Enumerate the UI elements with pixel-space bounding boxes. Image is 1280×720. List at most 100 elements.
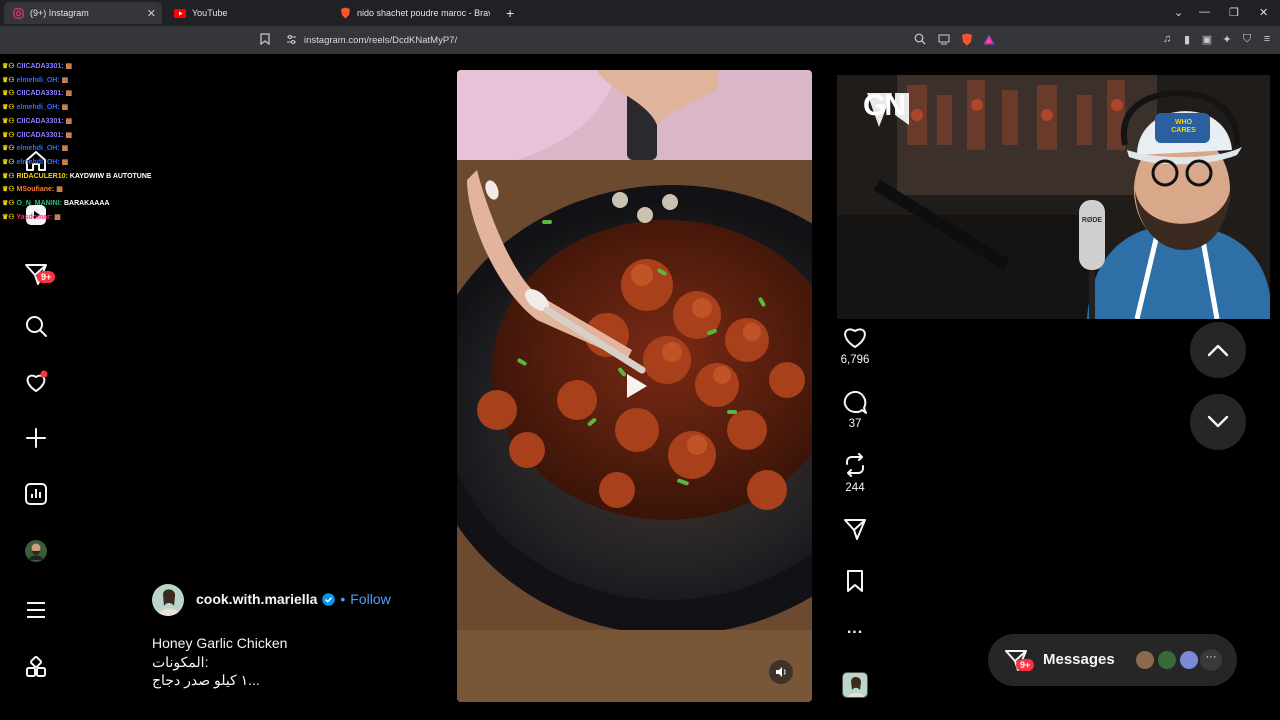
chat-badge-icon: ♛⚇ bbox=[2, 172, 17, 180]
tab-brave-search[interactable]: nido shachet poudre maroc - Brave S bbox=[332, 2, 498, 24]
also-from-meta-icon[interactable] bbox=[22, 653, 50, 681]
tab-list-chevron-icon[interactable]: ⌄ bbox=[1174, 6, 1183, 19]
create-plus-icon[interactable] bbox=[22, 424, 50, 452]
repost-action[interactable]: 244 bbox=[838, 452, 872, 494]
insights-dashboard-icon[interactable] bbox=[22, 480, 50, 508]
brave-shields-icon[interactable] bbox=[960, 32, 974, 46]
youtube-favicon-icon bbox=[174, 7, 186, 19]
chat-message: ♛⚇ elmehdi_OH: ▩ bbox=[2, 156, 172, 170]
chat-message: ♛⚇ Yasdomar: ▩ bbox=[2, 211, 172, 225]
chat-username: MSoufiane: bbox=[16, 186, 55, 194]
chat-username: CIICADA3301: bbox=[16, 90, 64, 98]
chat-username: RIDACULER10: bbox=[16, 172, 68, 180]
url-field[interactable]: instagram.com/reels/DcdKNatMyP7/ bbox=[280, 31, 1000, 49]
chat-emote-icon: ▩ bbox=[61, 104, 69, 112]
like-count: 6,796 bbox=[840, 354, 870, 366]
chat-badge-icon: ♛⚇ bbox=[2, 117, 17, 125]
close-window-button[interactable]: ✕ bbox=[1259, 6, 1268, 19]
chat-username: CIICADA3301: bbox=[16, 131, 64, 139]
music-icon[interactable]: ♫ bbox=[1160, 32, 1174, 46]
zoom-icon[interactable] bbox=[913, 32, 927, 46]
dot-separator: • bbox=[340, 591, 346, 607]
tab-label: (9+) Instagram bbox=[30, 8, 89, 18]
chat-badge-icon: ♛⚇ bbox=[2, 158, 17, 166]
play-icon[interactable] bbox=[619, 370, 651, 402]
restore-button[interactable]: ❐ bbox=[1229, 6, 1239, 19]
notifications-badge: 9+ bbox=[37, 271, 56, 283]
bookmark-icon[interactable] bbox=[258, 32, 272, 46]
chat-username: elmehdi_OH: bbox=[16, 76, 60, 84]
comment-icon[interactable] bbox=[838, 389, 872, 415]
chat-message: ♛⚇ elmehdi_OH: ▩ bbox=[2, 74, 172, 88]
mute-toggle-icon[interactable] bbox=[769, 660, 793, 684]
new-tab-button[interactable]: + bbox=[498, 2, 518, 24]
like-action[interactable]: 6,796 bbox=[838, 324, 872, 366]
search-icon[interactable] bbox=[22, 312, 50, 340]
url-text: instagram.com/reels/DcdKNatMyP7/ bbox=[304, 34, 458, 46]
streamer-webcam-overlay: GN WHO CARES RØDE bbox=[837, 75, 1270, 319]
tab-youtube[interactable]: YouTube bbox=[166, 2, 332, 24]
notifications-heart-icon[interactable] bbox=[22, 368, 50, 396]
chat-message: ♛⚇ CIICADA3301: ▩ bbox=[2, 87, 172, 101]
chat-emote-icon: ▩ bbox=[65, 117, 73, 125]
chat-emote-icon: ▩ bbox=[61, 76, 69, 84]
share-send-icon[interactable] bbox=[838, 516, 872, 542]
audio-thumbnail[interactable] bbox=[842, 672, 868, 698]
chat-emote-icon: ▩ bbox=[54, 213, 61, 221]
conversation-avatar bbox=[1178, 649, 1200, 671]
minimize-button[interactable]: — bbox=[1199, 6, 1210, 18]
chat-text: BARAKAAAA bbox=[62, 200, 110, 208]
save-action[interactable] bbox=[838, 568, 872, 594]
chat-badge-icon: ♛⚇ bbox=[2, 145, 17, 153]
chat-text: KAYDWIW B AUTOTUNE bbox=[67, 172, 152, 180]
chat-emote-icon: ▩ bbox=[65, 131, 73, 139]
caption-line: المكونات: bbox=[152, 653, 209, 670]
browser-tab-bar: (9+) Instagram ✕ YouTube nido shachet po… bbox=[0, 0, 1280, 26]
cast-icon[interactable] bbox=[937, 32, 951, 46]
chat-message: ♛⚇ CIICADA3301: ▩ bbox=[2, 129, 172, 143]
messages-widget[interactable]: 9+ Messages ··· bbox=[988, 634, 1237, 686]
next-reel-button[interactable] bbox=[1190, 394, 1246, 450]
chat-badge-icon: ♛⚇ bbox=[2, 76, 17, 84]
chat-message: ♛⚇ elmehdi_OH: ▩ bbox=[2, 101, 172, 115]
wallet-icon[interactable]: ▣ bbox=[1200, 32, 1214, 46]
reel-video[interactable] bbox=[457, 70, 812, 702]
vpn-shield-icon[interactable]: ⛉ bbox=[1240, 32, 1254, 46]
chat-username: O_N_MANINI: bbox=[16, 200, 63, 208]
menu-icon[interactable]: ≡ bbox=[1260, 32, 1274, 46]
chat-emote-icon: ▩ bbox=[61, 145, 69, 153]
more-options-icon[interactable]: ... bbox=[838, 620, 872, 638]
tab-instagram[interactable]: (9+) Instagram ✕ bbox=[4, 2, 162, 24]
previous-reel-button[interactable] bbox=[1190, 322, 1246, 378]
chat-badge-icon: ♛⚇ bbox=[2, 104, 17, 112]
site-settings-icon[interactable] bbox=[286, 34, 297, 48]
tab-close-icon[interactable]: ✕ bbox=[147, 7, 156, 20]
heart-icon[interactable] bbox=[838, 324, 872, 350]
author-avatar[interactable] bbox=[152, 584, 184, 616]
post-caption[interactable]: Honey Garlic Chicken المكونات: ١ كيلو صد… bbox=[152, 634, 287, 690]
post-author-row: cook.with.mariella • Follow bbox=[196, 591, 391, 607]
more-menu-icon[interactable] bbox=[22, 596, 50, 624]
repost-icon[interactable] bbox=[838, 452, 872, 478]
sidebar-toggle-icon[interactable]: ▮ bbox=[1180, 32, 1194, 46]
share-action[interactable] bbox=[838, 516, 872, 542]
follow-button[interactable]: Follow bbox=[350, 591, 390, 607]
brave-rewards-icon[interactable] bbox=[982, 32, 996, 46]
chat-message: ♛⚇ CIICADA3301: ▩ bbox=[2, 115, 172, 129]
author-username[interactable]: cook.with.mariella bbox=[196, 591, 317, 607]
leo-ai-icon[interactable]: ✦ bbox=[1220, 32, 1234, 46]
stream-chat-overlay: ♛⚇ CIICADA3301: ▩ ♛⚇ elmehdi_OH: ▩ ♛⚇ CIIC… bbox=[2, 60, 172, 224]
caption-line: Honey Garlic Chicken bbox=[152, 635, 288, 651]
mic-label: RØDE bbox=[1081, 217, 1103, 224]
tab-label: YouTube bbox=[192, 8, 228, 18]
direct-messages-icon[interactable]: 9+ bbox=[22, 260, 56, 288]
chat-badge-icon: ♛⚇ bbox=[2, 200, 17, 208]
more-conversations-icon: ··· bbox=[1200, 649, 1222, 671]
chat-message: ♛⚇ O_N_MANINI: BARAKAAAA bbox=[2, 197, 172, 211]
bookmark-save-icon[interactable] bbox=[838, 568, 872, 594]
profile-avatar[interactable] bbox=[22, 537, 50, 565]
comment-action[interactable]: 37 bbox=[838, 389, 872, 430]
cap-text: CARES bbox=[1171, 127, 1196, 134]
conversation-avatar bbox=[1134, 649, 1156, 671]
comment-count: 37 bbox=[848, 418, 862, 430]
